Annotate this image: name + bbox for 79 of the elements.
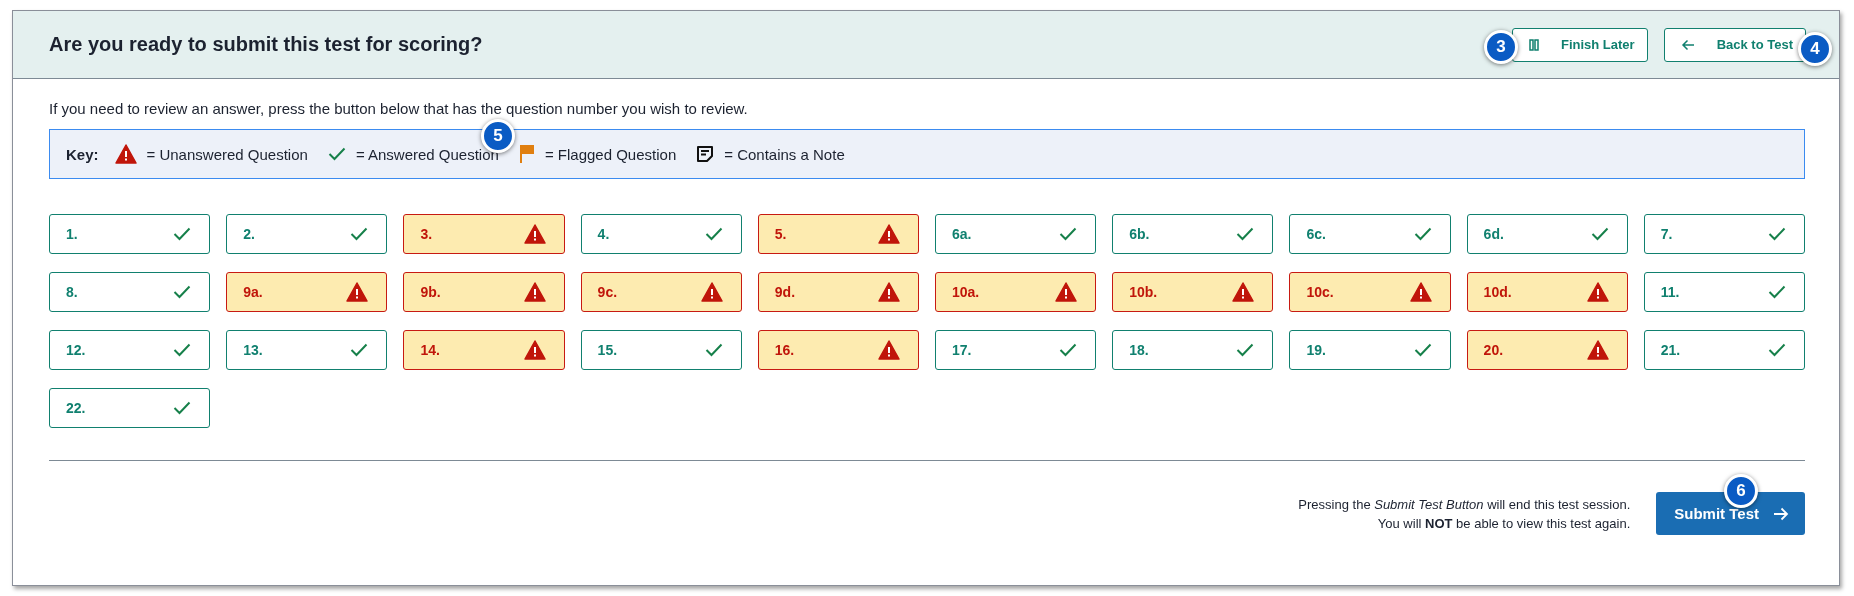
checkmark-icon: [1236, 343, 1255, 357]
checkmark-icon: [704, 343, 723, 357]
checkmark-icon: [173, 227, 192, 241]
checkmark-icon: [704, 227, 723, 241]
question-button[interactable]: 6d.: [1466, 214, 1628, 254]
arrow-left-icon: [1680, 38, 1695, 51]
warning-icon: [523, 340, 546, 360]
checkmark-icon: [327, 147, 346, 161]
warning-icon: [346, 282, 369, 302]
warning-icon: [114, 144, 137, 164]
question-button[interactable]: 6c.: [1289, 214, 1451, 254]
key-legend-text: = Flagged Question: [544, 145, 677, 163]
checkmark-icon: [1059, 343, 1078, 357]
warning-icon: [878, 224, 900, 244]
question-button[interactable]: 5.: [757, 214, 919, 254]
question-button[interactable]: 7.: [1643, 214, 1805, 254]
pause-icon: [1528, 38, 1539, 51]
checkmark-icon: [173, 401, 192, 415]
warning-icon: [700, 282, 723, 302]
warning-icon: [878, 282, 900, 302]
question-button[interactable]: 18.: [1112, 330, 1274, 370]
back-to-test-button[interactable]: Back to Test: [1663, 27, 1806, 62]
checkmark-icon: [1768, 227, 1786, 241]
checkmark-icon: [350, 227, 369, 241]
question-button[interactable]: 9d.: [757, 272, 919, 312]
checkmark-icon: [1768, 285, 1786, 299]
warning-icon: [1409, 282, 1432, 302]
question-button[interactable]: 1.: [49, 214, 211, 254]
warning-icon: [1586, 340, 1609, 360]
checkmark-icon: [173, 285, 192, 299]
warning-icon: [523, 282, 546, 302]
question-button[interactable]: 19.: [1289, 330, 1451, 370]
warning-icon: [523, 224, 546, 244]
key-legend-text: = Contains a Note: [724, 145, 845, 163]
checkmark-icon: [350, 343, 369, 357]
question-button[interactable]: 6b.: [1112, 214, 1274, 254]
question-button[interactable]: 13.: [226, 330, 388, 370]
question-button[interactable]: 15.: [580, 330, 742, 370]
question-button[interactable]: 9b.: [403, 272, 565, 312]
checkmark-icon: [1590, 227, 1609, 241]
question-button[interactable]: 3.: [403, 214, 565, 254]
question-button[interactable]: 2.: [226, 214, 388, 254]
note-icon: [696, 145, 715, 163]
question-button[interactable]: 22.: [49, 388, 211, 428]
question-button[interactable]: 14.: [403, 330, 565, 370]
warning-icon: [878, 340, 900, 360]
question-button[interactable]: 21.: [1643, 330, 1805, 370]
flag-icon: [518, 144, 535, 164]
warning-notice-text: Pressing the Submit Test Button will end this test session.: [1298, 496, 1631, 512]
question-button[interactable]: 10a.: [935, 272, 1097, 312]
arrow-right-icon: [1773, 506, 1789, 521]
question-button[interactable]: 11.: [1643, 272, 1805, 312]
question-button[interactable]: 10b.: [1112, 272, 1274, 312]
instruction-text: If you need to review an answer, press the button below that has the question number you wish to review.: [49, 100, 749, 117]
question-button[interactable]: 16.: [757, 330, 919, 370]
finish-later-button[interactable]: Finish Later: [1511, 27, 1648, 62]
page-title: Are you ready to submit this test for scoring?: [49, 33, 483, 56]
question-button[interactable]: 17.: [935, 330, 1097, 370]
question-button[interactable]: 9c.: [580, 272, 742, 312]
checkmark-icon: [173, 343, 192, 357]
question-button[interactable]: 6a.: [935, 214, 1097, 254]
warning-icon: [1055, 282, 1078, 302]
warning-icon: [1232, 282, 1255, 302]
checkmark-icon: [1768, 343, 1786, 357]
question-button[interactable]: 10c.: [1289, 272, 1451, 312]
key-legend-text: = Unanswered Question: [146, 145, 308, 163]
warning-notice-text: You will NOT be able to view this test again.: [1377, 515, 1631, 531]
key-label: Key:: [66, 145, 99, 163]
question-button[interactable]: 9a.: [226, 272, 388, 312]
checkmark-icon: [1413, 227, 1432, 241]
checkmark-icon: [1413, 343, 1432, 357]
question-button[interactable]: 10d.: [1466, 272, 1628, 312]
checkmark-icon: [1059, 227, 1078, 241]
question-button[interactable]: 12.: [49, 330, 211, 370]
checkmark-icon: [1236, 227, 1255, 241]
question-button[interactable]: 20.: [1466, 330, 1628, 370]
question-button[interactable]: 4.: [580, 214, 742, 254]
question-button[interactable]: 8.: [49, 272, 211, 312]
warning-icon: [1586, 282, 1609, 302]
